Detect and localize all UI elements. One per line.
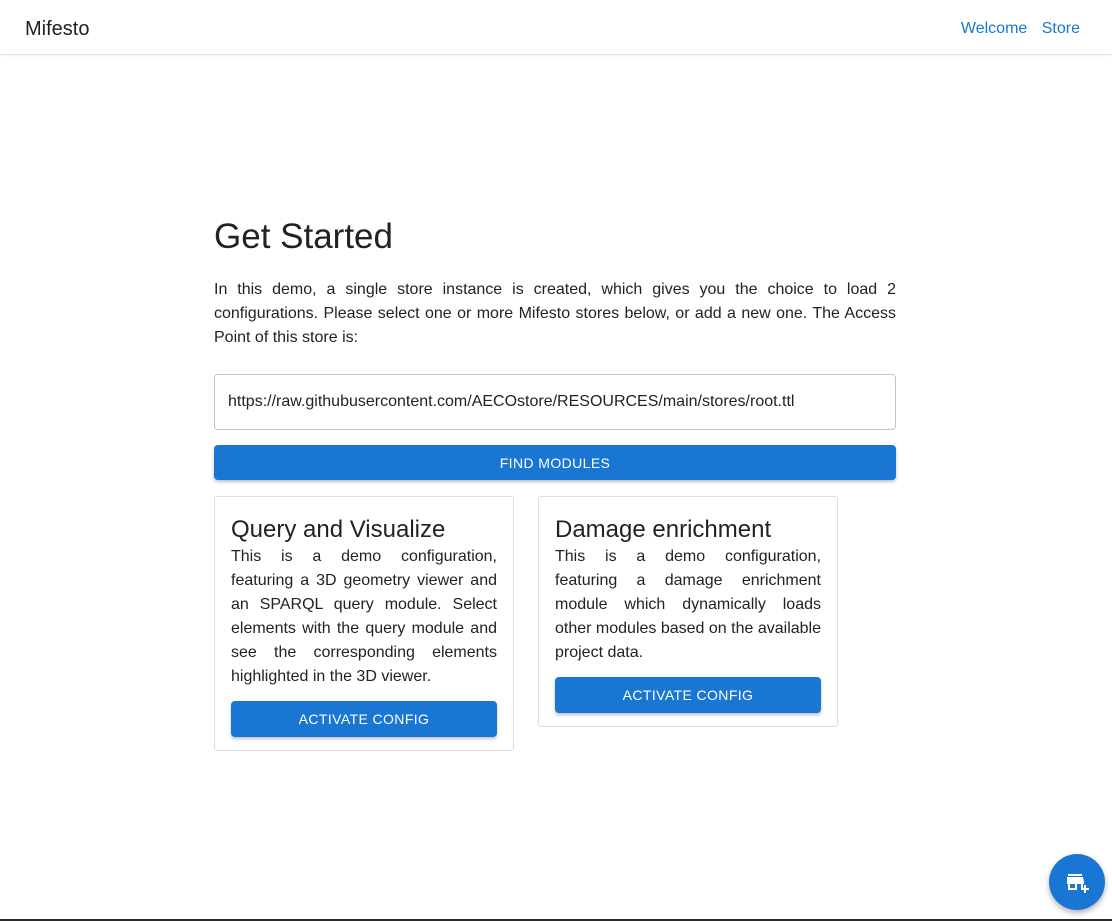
app-brand[interactable]: Mifesto [25, 17, 89, 41]
add-store-button[interactable] [1049, 854, 1105, 910]
add-store-icon [1067, 874, 1089, 893]
nav-link-store[interactable]: Store [1042, 20, 1080, 37]
card-description: This is a demo configuration, featuring … [231, 548, 497, 685]
app-bar: Mifesto Welcome Store [0, 0, 1112, 55]
card-title: Query and Visualize [231, 516, 446, 543]
activate-config-button[interactable]: ACTIVATE CONFIG [555, 677, 821, 713]
config-card-damage-enrichment: Damage enrichment This is a demo configu… [538, 496, 838, 727]
page-title: Get Started [214, 217, 393, 256]
config-card-query-visualize: Query and Visualize This is a demo confi… [214, 496, 514, 751]
card-description: This is a demo configuration, featuring … [555, 548, 821, 661]
nav-link-welcome[interactable]: Welcome [961, 20, 1027, 37]
access-point-input[interactable] [214, 374, 896, 430]
card-title: Damage enrichment [555, 516, 772, 543]
find-modules-button[interactable]: FIND MODULES [214, 445, 896, 480]
top-nav: Welcome Store [951, 19, 1080, 39]
intro-text: In this demo, a single store instance is… [214, 281, 896, 346]
main-content: Get Started In this demo, a single store… [214, 214, 896, 751]
activate-config-button[interactable]: ACTIVATE CONFIG [231, 701, 497, 737]
